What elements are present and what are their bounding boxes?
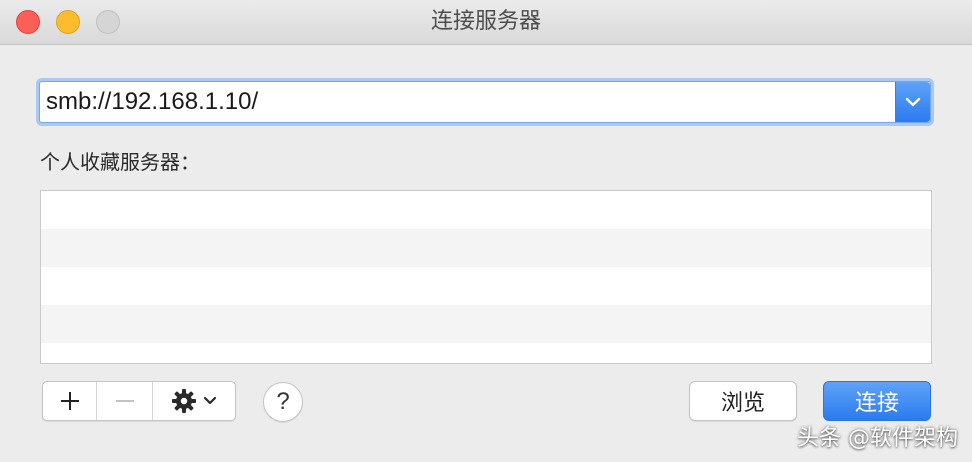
chevron-down-icon bbox=[203, 396, 217, 405]
watermark: 头条 @软件架构 bbox=[797, 426, 958, 451]
server-address-field-frame bbox=[39, 81, 931, 123]
favorites-toolbar bbox=[42, 381, 236, 421]
action-menu-button[interactable] bbox=[153, 382, 235, 420]
list-item[interactable] bbox=[41, 191, 931, 229]
title-bar: 连接服务器 bbox=[0, 0, 972, 45]
list-item[interactable] bbox=[41, 267, 931, 305]
server-address-input[interactable] bbox=[46, 82, 886, 122]
connect-to-server-window: 连接服务器 个人收藏服务器： bbox=[0, 0, 972, 462]
favorite-servers-label: 个人收藏服务器： bbox=[40, 150, 200, 174]
gear-icon bbox=[172, 389, 196, 413]
connect-button[interactable]: 连接 bbox=[823, 381, 931, 421]
add-favorite-button[interactable] bbox=[43, 382, 97, 420]
list-item[interactable] bbox=[41, 229, 931, 267]
minus-icon bbox=[115, 400, 134, 402]
window-title: 连接服务器 bbox=[430, 9, 541, 34]
remove-favorite-button[interactable] bbox=[97, 382, 153, 420]
list-item[interactable] bbox=[41, 305, 931, 343]
browse-button[interactable]: 浏览 bbox=[689, 381, 797, 421]
help-button[interactable]: ? bbox=[263, 382, 303, 422]
server-address-combobox bbox=[36, 78, 934, 126]
recent-servers-dropdown-button[interactable] bbox=[895, 82, 930, 122]
favorite-servers-list[interactable] bbox=[40, 190, 932, 364]
chevron-down-icon bbox=[905, 97, 921, 107]
plus-icon bbox=[60, 392, 79, 410]
